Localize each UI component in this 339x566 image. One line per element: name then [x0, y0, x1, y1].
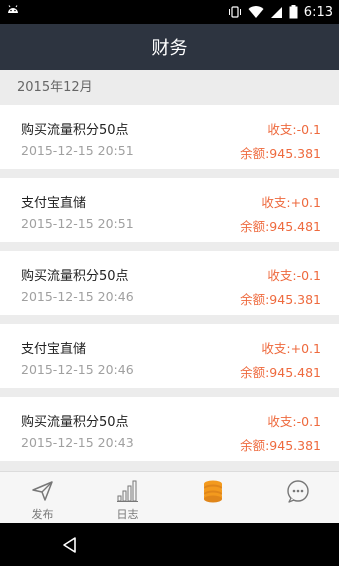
record-time: 2015-12-15 20:51 — [21, 143, 134, 158]
coins-stack-icon — [203, 480, 222, 503]
record-balance: 余额:945.481 — [240, 219, 321, 234]
finance-record[interactable]: 购买流量积分50点 2015-12-15 20:51 收支:-0.1 余额:94… — [0, 105, 339, 169]
finance-record[interactable]: 支付宝直储 2015-12-15 20:46 收支:+0.1 余额:945.48… — [0, 324, 339, 388]
page-header: 财务 — [0, 24, 339, 70]
wifi-icon — [248, 6, 264, 19]
record-delta: 收支:-0.1 — [267, 268, 321, 283]
record-time: 2015-12-15 20:51 — [21, 216, 134, 231]
nav-item-more[interactable] — [255, 472, 339, 524]
record-delta: 收支:+0.1 — [261, 341, 321, 356]
vibrate-icon — [228, 6, 241, 18]
finance-list[interactable]: 2015年12月 购买流量积分50点 2015-12-15 20:51 收支:-… — [0, 70, 339, 471]
status-time: 6:13 — [303, 4, 333, 20]
status-bar: 6:13 — [0, 0, 339, 24]
page-title: 财务 — [151, 38, 188, 59]
nav-item-finance[interactable] — [170, 472, 255, 524]
paper-plane-icon — [31, 481, 53, 501]
record-title: 购买流量积分50点 — [21, 415, 129, 430]
month-section-header: 2015年12月 — [0, 70, 339, 104]
record-delta: 收支:-0.1 — [267, 414, 321, 429]
signal-icon — [270, 6, 282, 18]
nav-item-publish[interactable]: 发布 — [0, 472, 85, 524]
bottom-nav: 发布 日志 — [0, 471, 339, 523]
android-debug-icon — [8, 5, 18, 13]
nav-label-publish: 发布 — [31, 508, 54, 521]
record-balance: 余额:945.381 — [240, 292, 321, 307]
record-time: 2015-12-15 20:46 — [21, 289, 134, 304]
nav-item-log[interactable]: 日志 — [85, 472, 170, 524]
finance-record[interactable]: 支付宝直储 2015-12-15 20:51 收支:+0.1 余额:945.48… — [0, 178, 339, 242]
finance-record[interactable]: 购买流量积分50点 2015-12-15 20:46 收支:-0.1 余额:94… — [0, 251, 339, 315]
record-title: 支付宝直储 — [21, 342, 87, 357]
back-icon[interactable] — [60, 535, 80, 555]
record-title: 购买流量积分50点 — [21, 123, 129, 138]
record-title: 支付宝直储 — [21, 196, 87, 211]
finance-record[interactable]: 购买流量积分50点 2015-12-15 20:43 收支:-0.1 余额:94… — [0, 397, 339, 461]
record-balance: 余额:945.381 — [240, 146, 321, 161]
record-delta: 收支:+0.1 — [261, 195, 321, 210]
record-balance: 余额:945.481 — [240, 365, 321, 380]
record-title: 购买流量积分50点 — [21, 269, 129, 284]
record-time: 2015-12-15 20:46 — [21, 362, 134, 377]
battery-icon — [289, 5, 298, 19]
bar-chart-icon — [116, 480, 138, 502]
record-time: 2015-12-15 20:43 — [21, 435, 134, 450]
system-nav-bar — [0, 523, 339, 566]
record-delta: 收支:-0.1 — [267, 122, 321, 137]
record-balance: 余额:945.381 — [240, 438, 321, 453]
more-chat-icon — [286, 480, 309, 503]
nav-label-log: 日志 — [116, 508, 139, 521]
